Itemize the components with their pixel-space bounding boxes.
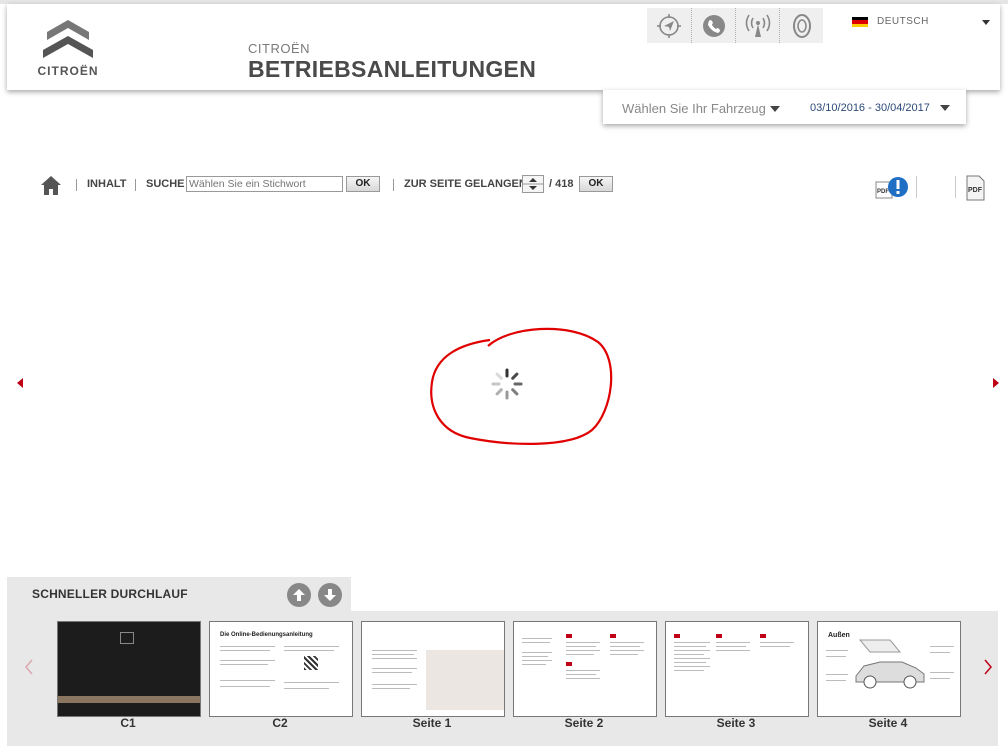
thumb-band	[58, 696, 200, 703]
qr-code-icon	[304, 656, 318, 670]
thumbnail-label: Seite 4	[868, 716, 908, 730]
svg-text:PDF: PDF	[968, 187, 983, 194]
quick-scroll-header: SCHNELLER DURCHLAUF	[7, 577, 351, 611]
page-stepper[interactable]	[522, 175, 544, 193]
divider	[955, 176, 956, 198]
arrow-down-icon	[324, 589, 336, 601]
vehicle-select-placeholder[interactable]: Wählen Sie Ihr Fahrzeug	[622, 101, 766, 116]
arrow-up-icon	[293, 589, 305, 601]
pdf-download-icon[interactable]: PDF	[964, 175, 986, 201]
car-illustration-icon	[855, 639, 925, 689]
tool-phone[interactable]	[691, 8, 736, 43]
thumbnail-label: Seite 1	[412, 716, 452, 730]
thumb-logo-mark	[120, 632, 134, 644]
divider	[916, 176, 917, 198]
search-ok-button[interactable]: OK	[346, 176, 380, 192]
thumbnail-seite-2[interactable]	[513, 621, 657, 717]
divider	[393, 179, 394, 191]
thumbnail-strip: C1 Die Online-Bedienungsanleitung C2 Sei…	[7, 611, 998, 746]
thumbnail-seite-3[interactable]	[665, 621, 809, 717]
pdf-tools: PDF PDF	[874, 174, 994, 202]
search-label: SUCHE	[146, 178, 185, 190]
contents-link[interactable]: INHALT	[87, 178, 127, 190]
tool-navigation[interactable]	[647, 8, 691, 43]
divider	[135, 179, 136, 191]
search-input[interactable]	[186, 176, 343, 192]
quick-scroll-title: SCHNELLER DURCHLAUF	[32, 587, 188, 601]
date-chevron-down-icon[interactable]	[940, 105, 950, 111]
chevrons-logo-icon	[43, 20, 93, 58]
goto-page-label: ZUR SEITE GELANGEN	[404, 178, 527, 190]
thumbnail-label: Seite 2	[564, 716, 604, 730]
thumb-heading: Außen	[828, 632, 850, 639]
loading-spinner-icon	[491, 368, 523, 400]
brand-subtitle: CITROËN	[248, 41, 310, 56]
thumb-heading: Die Online-Bedienungsanleitung	[220, 632, 313, 638]
tool-bar	[647, 8, 823, 43]
tire-icon	[793, 13, 811, 38]
navigation-icon	[657, 13, 681, 38]
scroll-up-button[interactable]	[287, 583, 311, 607]
logo-text: CITROËN	[37, 64, 99, 78]
citroen-logo[interactable]: CITROËN	[27, 18, 109, 80]
tool-connectivity[interactable]	[735, 8, 780, 43]
chevron-down-icon	[982, 20, 990, 25]
language-label: DEUTSCH	[877, 16, 929, 27]
thumbnail-label: C2	[272, 716, 288, 730]
next-page-arrow[interactable]	[993, 378, 999, 388]
phone-icon	[703, 14, 725, 37]
thumb-shaded-box	[426, 650, 504, 710]
thumbnail-label: Seite 3	[716, 716, 756, 730]
thumbnail-c2[interactable]: Die Online-Bedienungsanleitung	[209, 621, 353, 717]
german-flag-icon	[852, 17, 868, 27]
page-title: BETRIEBSANLEITUNGEN	[248, 56, 537, 82]
svg-text:PDF: PDF	[877, 189, 889, 195]
home-icon	[41, 176, 61, 195]
vehicle-chevron-down-icon[interactable]	[770, 106, 780, 112]
thumbnail-label: C1	[120, 716, 136, 730]
home-button[interactable]	[40, 174, 62, 196]
thumbnail-seite-1[interactable]	[361, 621, 505, 717]
divider	[76, 179, 77, 191]
language-selector[interactable]: DEUTSCH	[852, 15, 992, 35]
strip-prev-icon[interactable]	[24, 659, 34, 675]
date-range-select[interactable]: 03/10/2016 - 30/04/2017	[810, 102, 930, 114]
thumbnail-seite-4[interactable]: Außen	[817, 621, 961, 717]
vehicle-selector[interactable]: Wählen Sie Ihr Fahrzeug 03/10/2016 - 30/…	[603, 90, 966, 124]
connectivity-icon	[745, 14, 771, 37]
scroll-down-button[interactable]	[318, 583, 342, 607]
strip-next-icon[interactable]	[983, 659, 993, 675]
tool-tire[interactable]	[779, 8, 824, 43]
goto-ok-button[interactable]: OK	[579, 176, 613, 192]
prev-page-arrow[interactable]	[17, 378, 23, 388]
document-nav-bar: INHALT SUCHE OK ZUR SEITE GELANGEN / 418…	[38, 172, 618, 198]
thumbnail-c1[interactable]	[57, 621, 201, 717]
header-bar: CITROËN CITROËN BETRIEBSANLEITUNGEN DEUT…	[7, 4, 1000, 90]
up-down-arrows-icon	[523, 178, 543, 190]
total-pages: / 418	[549, 178, 574, 190]
pdf-info-icon[interactable]: PDF	[874, 174, 910, 202]
